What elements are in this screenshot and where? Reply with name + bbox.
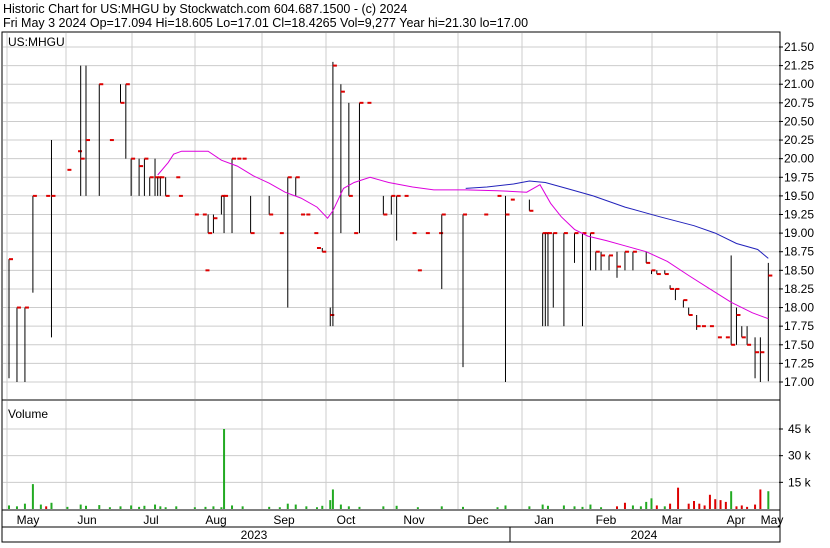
price-tick-label: 21.25 <box>784 59 814 73</box>
month-tick-label: Mar <box>662 513 683 527</box>
price-tick-label: 21.50 <box>784 40 814 54</box>
price-tick-label: 17.00 <box>784 375 814 389</box>
chart-summary: Fri May 3 2024 Op=17.094 Hi=18.605 Lo=17… <box>3 16 528 30</box>
month-tick-label: Nov <box>403 513 424 527</box>
month-tick-label: Apr <box>727 513 746 527</box>
month-tick-label: Jun <box>77 513 96 527</box>
month-tick-label: May <box>17 513 40 527</box>
year-label: 2023 <box>241 528 268 542</box>
price-tick-label: 19.25 <box>784 208 814 222</box>
price-tick-label: 20.25 <box>784 133 814 147</box>
volume-tick-label: 30 k <box>788 449 812 463</box>
stock-chart: Historic Chart for US:MHGU by Stockwatch… <box>0 0 830 543</box>
price-tick-label: 19.00 <box>784 226 814 240</box>
month-tick-label: Jul <box>143 513 158 527</box>
price-tick-label: 20.75 <box>784 96 814 110</box>
chart-canvas: Historic Chart for US:MHGU by Stockwatch… <box>0 0 830 543</box>
month-tick-label: Oct <box>337 513 356 527</box>
price-tick-label: 18.25 <box>784 282 814 296</box>
price-panel-label: US:MHGU <box>8 35 65 49</box>
month-tick-label: Sep <box>273 513 295 527</box>
price-tick-label: 19.75 <box>784 170 814 184</box>
year-label: 2024 <box>631 528 658 542</box>
month-tick-label: Jan <box>534 513 553 527</box>
chart-title: Historic Chart for US:MHGU by Stockwatch… <box>3 2 407 16</box>
price-tick-label: 19.50 <box>784 189 814 203</box>
price-tick-label: 18.00 <box>784 301 814 315</box>
price-tick-label: 21.00 <box>784 77 814 91</box>
price-tick-label: 20.50 <box>784 114 814 128</box>
chart-background <box>0 0 830 543</box>
price-tick-label: 18.75 <box>784 245 814 259</box>
volume-panel-label: Volume <box>8 407 48 421</box>
price-tick-label: 17.75 <box>784 319 814 333</box>
month-tick-label: Feb <box>596 513 617 527</box>
month-tick-label: May <box>761 513 784 527</box>
price-tick-label: 20.00 <box>784 152 814 166</box>
price-tick-label: 18.50 <box>784 263 814 277</box>
month-tick-label: Aug <box>205 513 226 527</box>
volume-tick-label: 45 k <box>788 422 812 436</box>
month-tick-label: Dec <box>467 513 488 527</box>
volume-tick-label: 15 k <box>788 475 812 489</box>
price-tick-label: 17.25 <box>784 356 814 370</box>
price-tick-label: 17.50 <box>784 338 814 352</box>
